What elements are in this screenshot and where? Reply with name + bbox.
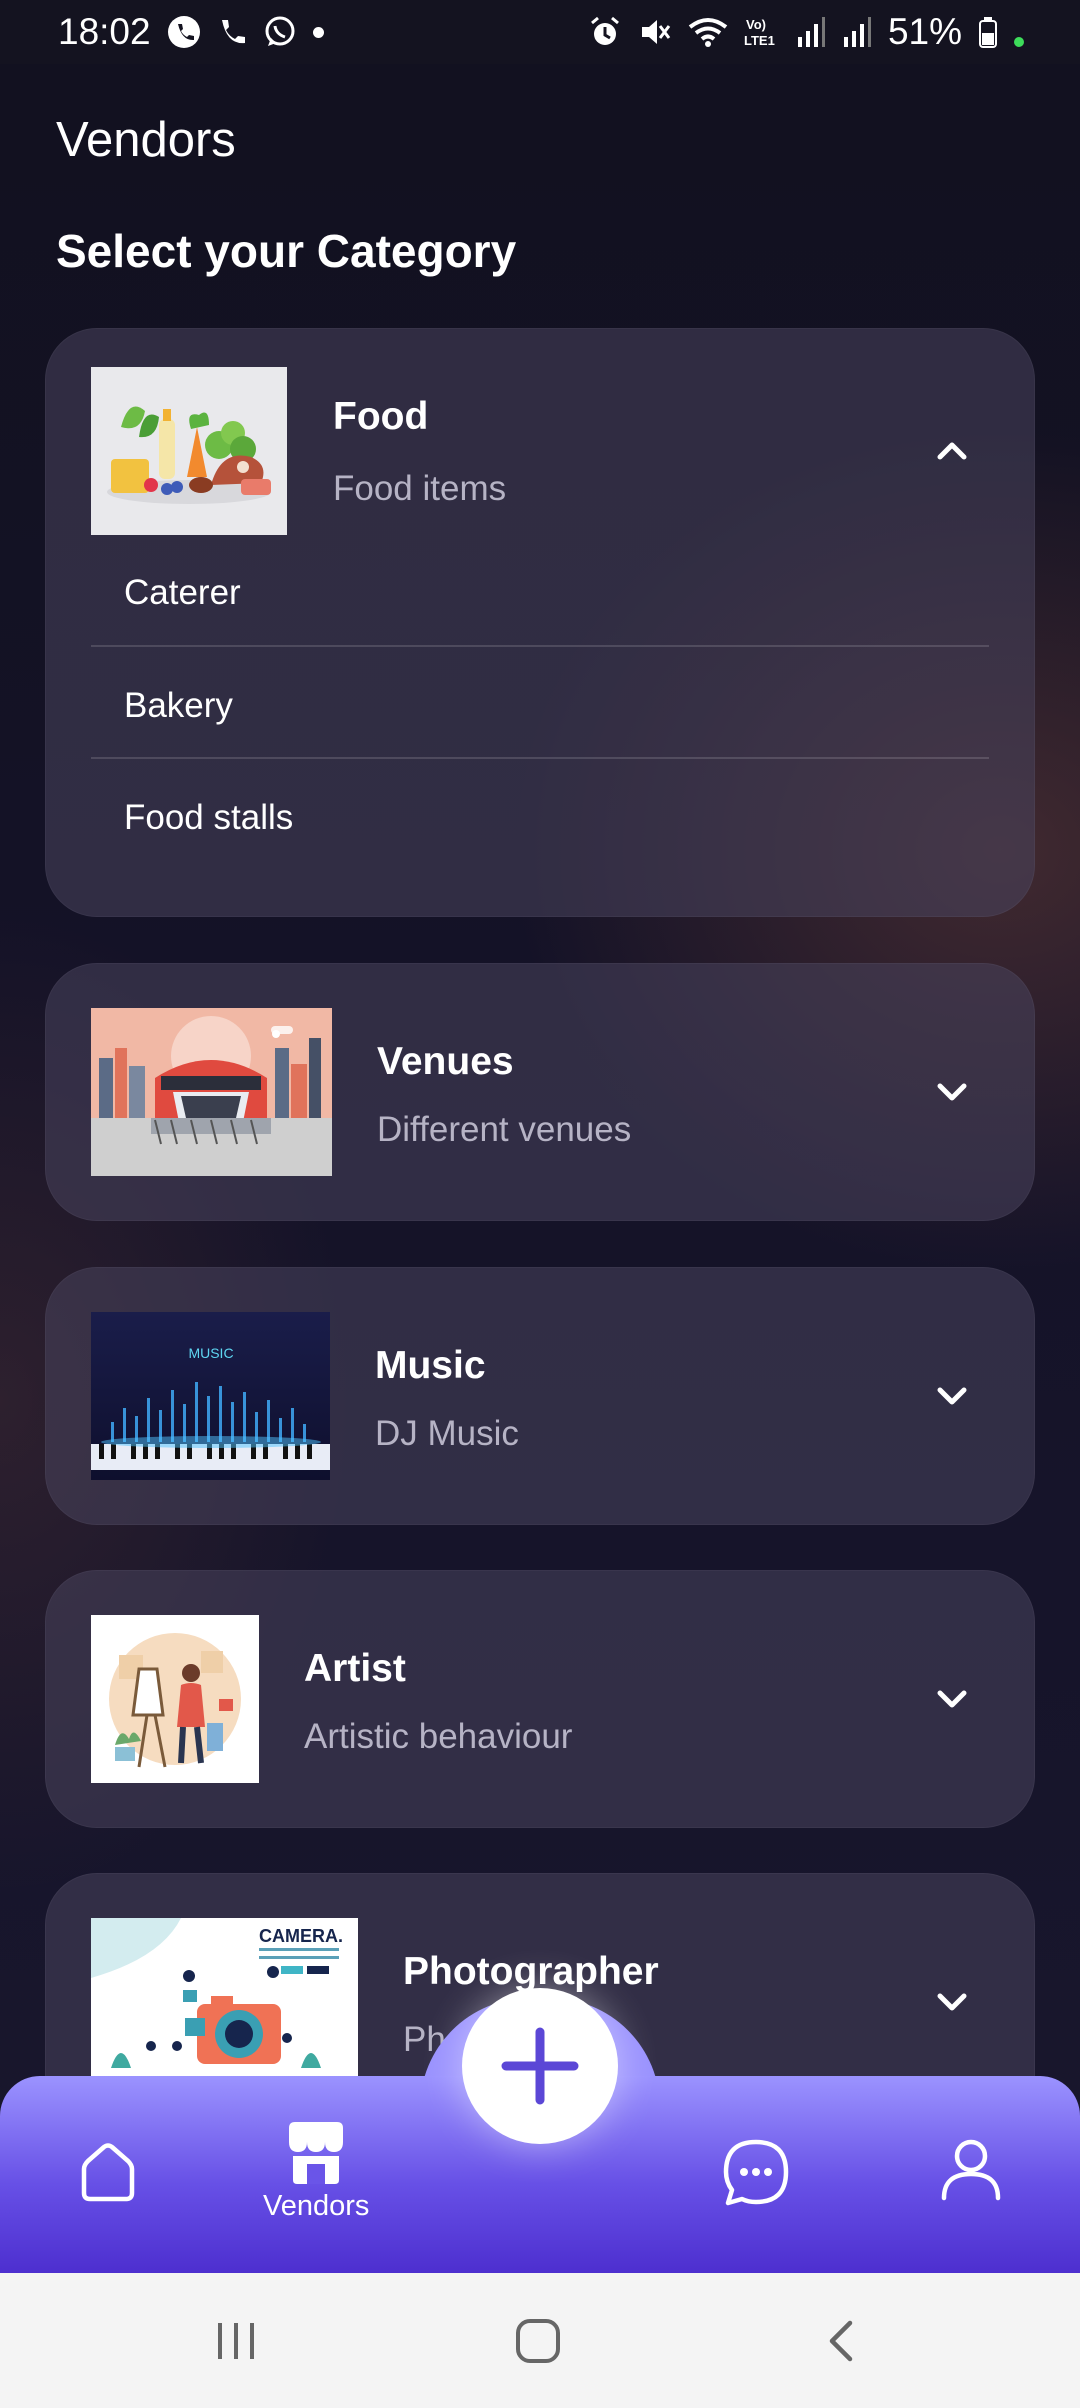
wifi-icon [688,18,728,47]
store-icon [289,2122,344,2184]
food-thumbnail [91,367,287,535]
battery-percent: 51% [887,11,962,52]
add-button[interactable] [462,1988,618,2144]
svg-text:Vo): Vo) [746,17,766,32]
page-title: Vendors [56,113,236,167]
svg-text:LTE1: LTE1 [744,33,775,48]
notification-dot-icon [312,26,324,38]
chevron-down-icon[interactable] [932,1982,972,2022]
charging-dot-icon [1014,37,1024,47]
category-title-venues: Venues [377,1040,514,1083]
chevron-up-icon[interactable] [932,431,972,471]
alarm-icon [590,16,619,45]
category-title-photographer: Photographer [403,1950,659,1993]
home-icon [81,2143,135,2202]
category-title-music: Music [375,1344,486,1387]
music-thumbnail-label: MUSIC [188,1345,233,1361]
photographer-thumbnail-label: CAMERA. [259,1926,343,1946]
divider [91,645,989,647]
category-card-artist[interactable]: Artist Artistic behaviour [45,1570,1035,1828]
category-card-music[interactable]: MUSIC Music DJ Music [45,1267,1035,1525]
system-navigation-bar [0,2273,1080,2408]
chat-icon [723,2139,789,2206]
status-left: 18:02 [58,11,324,53]
photographer-thumbnail: CAMERA. [91,1918,358,2086]
nav-profile[interactable] [940,2136,1002,2202]
category-subtitle-venues: Different venues [377,1110,632,1149]
category-subtitle-food: Food items [333,469,507,508]
home-button-icon[interactable] [514,2317,562,2365]
status-right: Vo) LTE1 51% [588,11,1024,53]
venues-thumbnail [91,1008,332,1176]
subcategory-item[interactable]: Caterer [124,573,241,613]
music-thumbnail: MUSIC [91,1312,330,1480]
divider [91,757,989,759]
category-title-artist: Artist [304,1647,406,1690]
whatsapp-icon [265,16,295,46]
status-time: 18:02 [58,11,151,52]
profile-icon [941,2139,1001,2201]
nav-label-vendors: Vendors [263,2190,370,2222]
nav-home[interactable] [76,2141,140,2205]
phone-icon [221,20,245,44]
call-active-icon [167,16,200,48]
category-title-food: Food [333,395,429,438]
chevron-down-icon[interactable] [932,1072,972,1112]
chevron-down-icon[interactable] [932,1376,972,1416]
signal-2-icon [843,17,871,47]
category-card-food: Food Food items Caterer Bakery Food stal… [45,328,1035,917]
recent-apps-icon[interactable] [214,2319,258,2363]
status-bar: 18:02 Vo) LTE1 51% [0,0,1080,64]
artist-thumbnail [91,1615,259,1783]
section-title: Select your Category [56,225,517,277]
mute-icon [641,20,671,44]
signal-icon [797,17,825,47]
category-card-venues[interactable]: Venues Different venues [45,963,1035,1221]
category-subtitle-music: DJ Music [375,1414,519,1453]
back-icon[interactable] [822,2317,862,2365]
subcategory-item[interactable]: Bakery [124,686,233,726]
category-subtitle-artist: Artistic behaviour [304,1717,573,1756]
volte-icon: Vo)LTE1 [744,17,775,48]
chevron-down-icon[interactable] [932,1679,972,1719]
plus-icon [501,2027,579,2105]
nav-vendors[interactable]: Vendors [263,2118,369,2223]
nav-chat[interactable] [720,2136,792,2208]
battery-icon [979,17,997,48]
subcategory-item[interactable]: Food stalls [124,798,293,838]
